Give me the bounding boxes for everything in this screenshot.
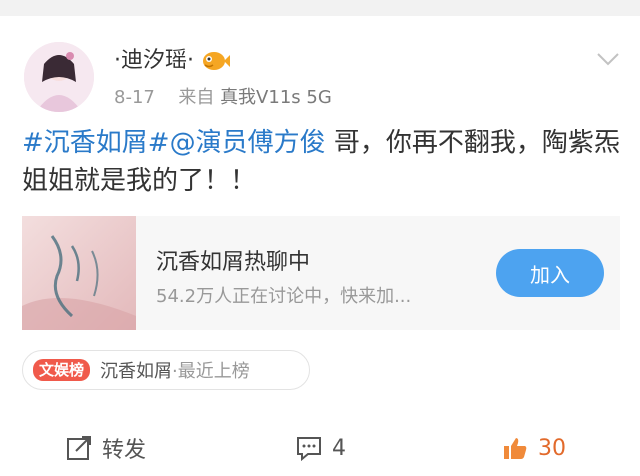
post-device: 真我V11s 5G (220, 87, 332, 108)
rank-topic: 沉香如屑·最近上榜 (100, 357, 250, 383)
avatar[interactable] (24, 42, 94, 112)
topic-title: 沉香如屑热聊中 (156, 250, 311, 275)
share-icon (67, 436, 91, 460)
like-button[interactable]: 30 (502, 432, 566, 464)
rank-status: ·最近上榜 (172, 361, 250, 382)
share-button[interactable]: 转发 (66, 432, 146, 464)
ranking-pill[interactable]: 文娱榜 沉香如屑·最近上榜 (22, 350, 310, 390)
thumbs-up-icon (504, 438, 527, 459)
post-date: 8-17 (114, 87, 155, 108)
comment-count: 4 (332, 435, 346, 461)
topic-subtitle: 54.2万人正在讨论中，快来加... (156, 286, 412, 307)
rank-badge: 文娱榜 (33, 359, 91, 381)
comment-button[interactable]: 4 (296, 432, 346, 464)
topic-card[interactable]: 沉香如屑热聊中 54.2万人正在讨论中，快来加... 加入 (22, 216, 620, 330)
share-label: 转发 (102, 438, 147, 463)
post-meta: 8-17 来自 真我V11s 5G (114, 86, 332, 110)
author-row: ·迪汐瑶· (114, 47, 230, 75)
hashtag-link[interactable]: #沉香如屑# (22, 128, 170, 158)
mention-link[interactable]: @演员傅方俊 (170, 128, 326, 158)
comment-icon (297, 437, 321, 461)
fish-badge-icon (203, 52, 230, 70)
like-count: 30 (538, 435, 566, 461)
source-prefix: 来自 (178, 87, 215, 108)
post-content: #沉香如屑#@演员傅方俊 哥，你再不翻我，陶紫炁姐姐就是我的了！！ (22, 124, 622, 200)
topic-cover-image (22, 216, 136, 330)
rank-topic-name: 沉香如屑 (100, 361, 173, 382)
chevron-down-icon[interactable] (596, 52, 620, 66)
action-bar: 转发 4 30 (0, 426, 640, 470)
avatar-image (24, 42, 94, 112)
status-bar-strip (0, 0, 640, 16)
author-name[interactable]: ·迪汐瑶· (114, 47, 194, 75)
join-button[interactable]: 加入 (496, 249, 604, 297)
